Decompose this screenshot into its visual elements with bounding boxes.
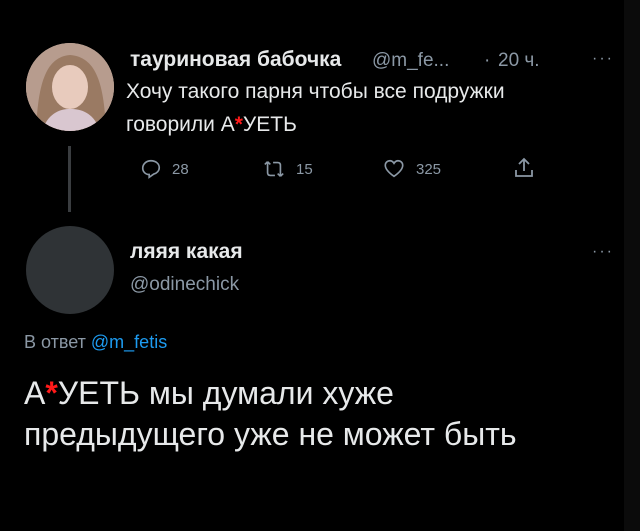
tweet-text-part: УЕТЬ — [242, 113, 297, 136]
censor-mark: * — [234, 113, 243, 136]
reply-text-part: А — [24, 375, 46, 411]
display-name[interactable]: ляяя какая — [130, 240, 243, 264]
like-count: 325 — [416, 160, 442, 178]
retweet-icon — [264, 161, 284, 177]
tweet-text-part: говорили А — [126, 113, 235, 136]
share-action[interactable] — [512, 156, 536, 180]
reply-action[interactable]: 28 — [140, 158, 189, 180]
user-handle[interactable]: @m_fe... — [372, 50, 449, 72]
reply-count: 28 — [172, 160, 189, 178]
timestamp[interactable]: 20 ч. — [498, 50, 540, 72]
tweet-text-line1: Хочу такого парня чтобы все подружки — [126, 80, 505, 103]
share-icon — [515, 157, 533, 177]
thread-connector-line — [68, 146, 71, 212]
scroll-edge — [624, 0, 640, 531]
reply-text-part: УЕТЬ мы думали хуже — [57, 375, 394, 411]
retweet-action[interactable]: 15 — [262, 158, 313, 180]
user-handle[interactable]: @odinechick — [130, 274, 239, 296]
reply-prefix: В ответ — [24, 332, 86, 352]
reply-text-line2: предыдущего уже не может быть — [24, 416, 517, 452]
more-options-icon[interactable]: ··· — [592, 50, 614, 68]
more-options-icon[interactable]: ··· — [592, 243, 614, 261]
like-action[interactable]: 325 — [382, 158, 441, 180]
avatar-odinechick[interactable] — [26, 226, 114, 314]
separator-dot: · — [484, 50, 491, 71]
reply-text-line1: А*УЕТЬ мы думали хуже — [24, 373, 624, 414]
reply-to-handle-link[interactable]: @m_fetis — [91, 332, 167, 352]
tweet-text-line2: говорили А*УЕТЬ — [126, 112, 297, 138]
heart-icon — [384, 159, 404, 178]
replying-to: В ответ @m_fetis — [24, 332, 167, 353]
retweet-count: 15 — [296, 160, 313, 178]
avatar-image — [26, 43, 114, 131]
censor-mark: * — [45, 375, 58, 411]
reply-tweet-text: А*УЕТЬ мы думали хуже предыдущего уже не… — [24, 373, 624, 455]
display-name[interactable]: тауриновая бабочка — [130, 48, 341, 72]
avatar-taurine-butterfly[interactable] — [26, 43, 114, 131]
reply-icon — [141, 159, 161, 179]
